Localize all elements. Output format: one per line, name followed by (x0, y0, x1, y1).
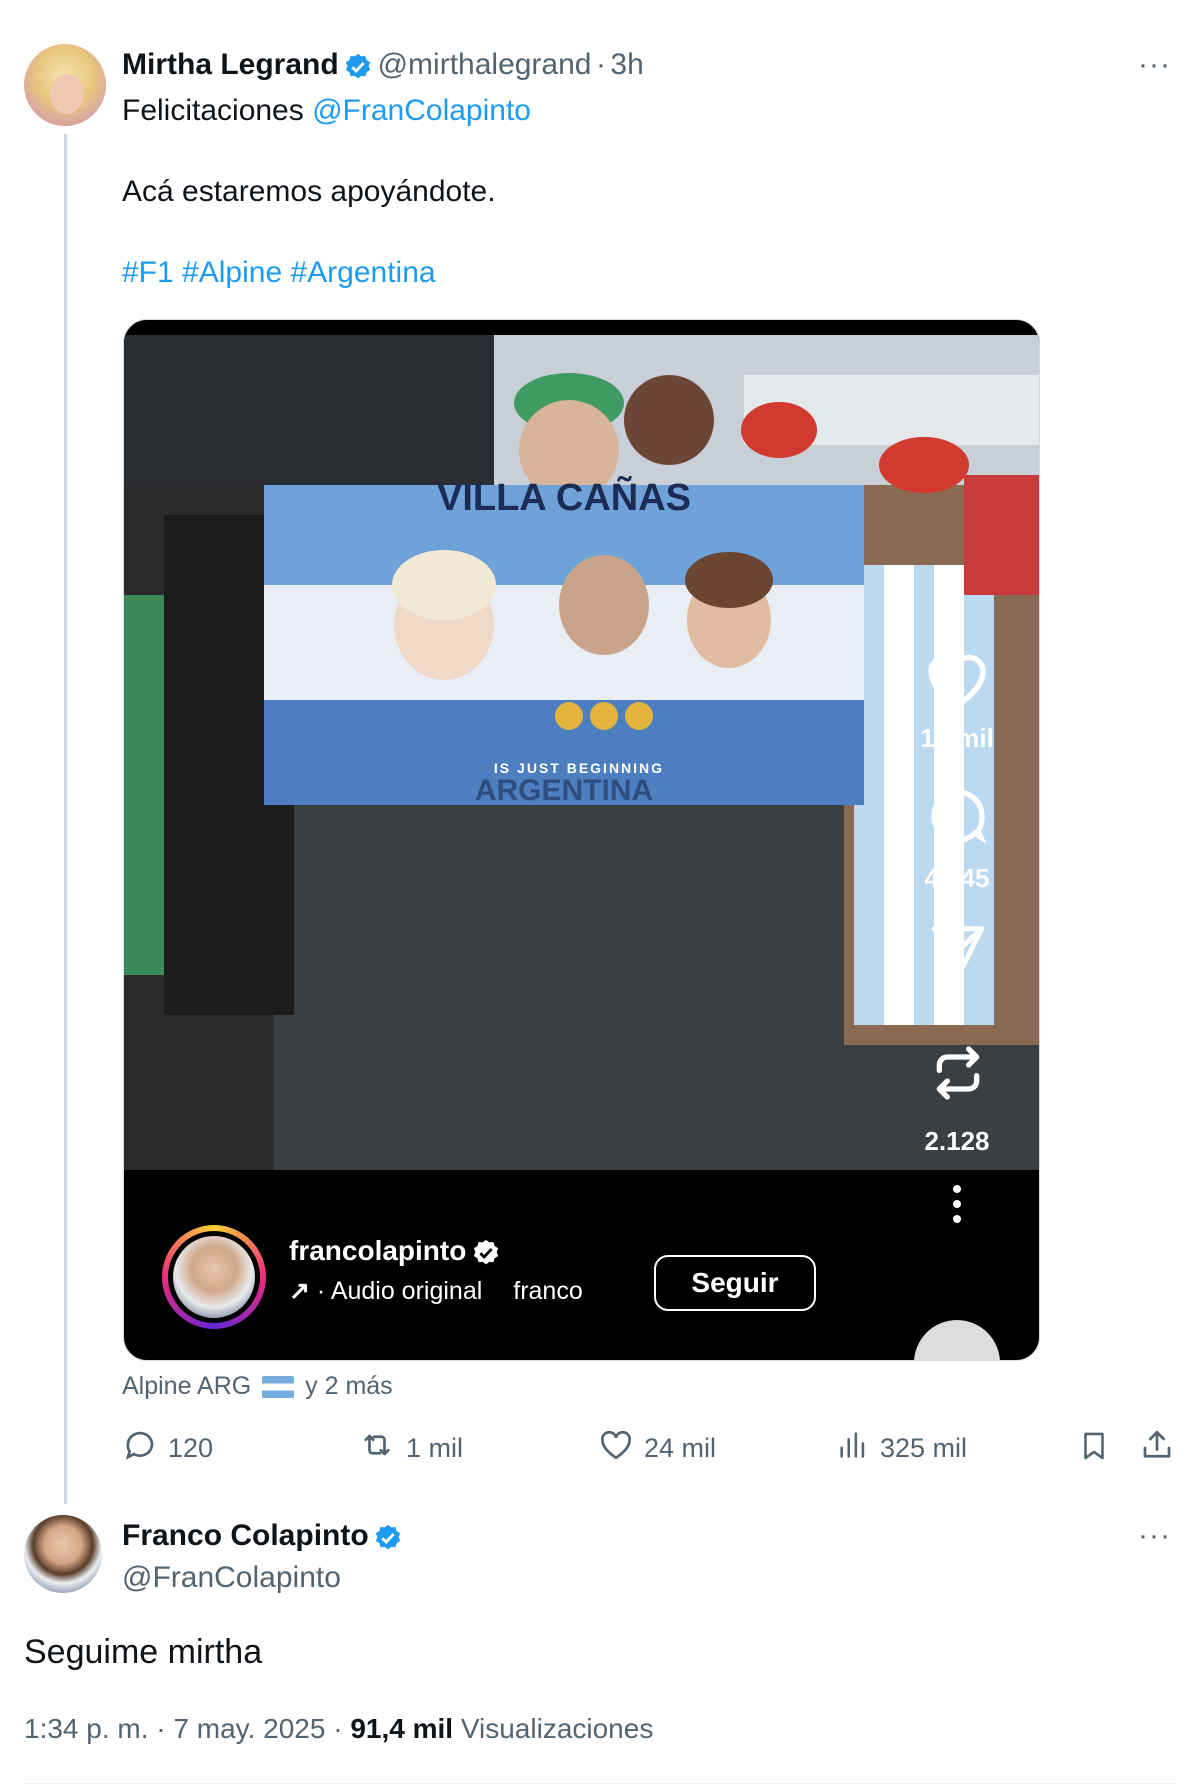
video-comment-count: 4.045 (924, 863, 990, 893)
reply-meta: 1:34 p. m. · 7 may. 2025 · 91,4 mil Visu… (24, 1713, 653, 1745)
hashtag-argentina[interactable]: #Argentina (290, 256, 435, 289)
share-icon[interactable] (1139, 1427, 1175, 1468)
audio-scroll-text: francolap (513, 1277, 584, 1305)
hashtag-f1[interactable]: #F1 (122, 256, 174, 289)
mirtha-avatar[interactable] (24, 44, 106, 126)
franco-avatar[interactable] (24, 1515, 102, 1593)
flag-under-text: ARGENTINA (475, 774, 653, 807)
meta-separator-2: · (333, 1713, 343, 1744)
reply-handle[interactable]: @FranColapinto (122, 1561, 341, 1595)
repost-count: 1 mil (406, 1433, 464, 1463)
video-account-name[interactable]: francolapinto (289, 1235, 466, 1266)
tagged-users[interactable]: Alpine ARG y 2 más (122, 1372, 393, 1401)
like-action[interactable]: 24 mil (598, 1427, 716, 1470)
reply-text: Seguime mirtha (24, 1633, 263, 1671)
views-icon (836, 1427, 870, 1470)
reply-icon (122, 1427, 158, 1470)
reply-header: Franco Colapinto (122, 1519, 403, 1558)
bottom-divider (24, 1783, 1176, 1784)
reply-date[interactable]: 7 may. 2025 (173, 1713, 325, 1744)
repost-icon (358, 1427, 396, 1470)
author-name[interactable]: Mirtha Legrand (122, 48, 339, 81)
views-action[interactable]: 325 mil (836, 1427, 967, 1470)
reply-views-count: 91,4 mil (350, 1713, 454, 1744)
video-comment-icon[interactable] (926, 785, 990, 854)
mention-link[interactable]: @FranColapinto (312, 94, 531, 127)
video-like-count: 15 mil (920, 723, 994, 753)
audio-label[interactable]: · Audio original (317, 1277, 482, 1305)
hashtag-alpine[interactable]: #Alpine (182, 256, 282, 289)
video-share-icon[interactable] (927, 920, 989, 985)
video-like-icon[interactable] (924, 650, 990, 715)
video-repost-icon[interactable] (926, 1040, 990, 1111)
repost-action[interactable]: 1 mil (358, 1427, 463, 1470)
embedded-video[interactable]: VILLA CAÑAS IS JUST BEGINNING ARGENTINA … (123, 319, 1040, 1361)
reply-time[interactable]: 1:34 p. m. (24, 1713, 149, 1744)
avatar-face (50, 74, 84, 114)
audio-row: ↗ · Audio original francolap (289, 1276, 584, 1306)
reply-more-options-icon[interactable]: ··· (1138, 1519, 1171, 1553)
like-icon (598, 1427, 634, 1470)
reply-verified-badge-icon (373, 1523, 403, 1558)
meta-separator-1: · (156, 1713, 166, 1744)
views-count: 325 mil (880, 1433, 968, 1463)
follow-button[interactable]: Seguir (654, 1255, 816, 1311)
verified-badge-icon (343, 52, 373, 87)
tweet-text-line1: Felicitaciones @FranColapinto (122, 94, 531, 128)
flag-top-text: VILLA CAÑAS (437, 475, 691, 519)
video-repost-count: 2.128 (924, 1126, 990, 1156)
video-extra-button-icon[interactable] (914, 1320, 1000, 1360)
thread-line (64, 134, 67, 1504)
tweet-text-line2: Acá estaremos apoyándote. (122, 175, 496, 208)
text-prefix: Felicitaciones (122, 94, 304, 127)
francolapinto-story-avatar[interactable] (162, 1225, 266, 1329)
bookmark-icon[interactable] (1077, 1428, 1111, 1469)
more-options-icon[interactable]: ··· (1138, 48, 1171, 82)
reply-author-name[interactable]: Franco Colapinto (122, 1519, 369, 1552)
argentina-flag-icon (262, 1376, 295, 1399)
account-row: francolapinto (289, 1235, 501, 1273)
hashtags: #F1 #Alpine #Argentina (122, 256, 436, 290)
reply-action[interactable]: 120 (122, 1427, 213, 1470)
author-handle[interactable]: @mirthalegrand (378, 48, 592, 81)
reply-count: 120 (168, 1433, 214, 1463)
reply-views-label: Visualizaciones (460, 1713, 654, 1744)
video-verified-icon (471, 1238, 501, 1273)
tagged-more: y 2 más (305, 1372, 393, 1400)
audio-arrow-icon: ↗ (289, 1277, 310, 1305)
header-separator: · (595, 48, 606, 81)
like-count: 24 mil (644, 1433, 717, 1463)
video-more-icon[interactable] (949, 1185, 965, 1223)
tweet-time[interactable]: 3h (610, 48, 643, 81)
tweet-header: Mirtha Legrand @mirthalegrand · 3h (122, 48, 644, 87)
tagged-label: Alpine ARG (122, 1372, 252, 1400)
